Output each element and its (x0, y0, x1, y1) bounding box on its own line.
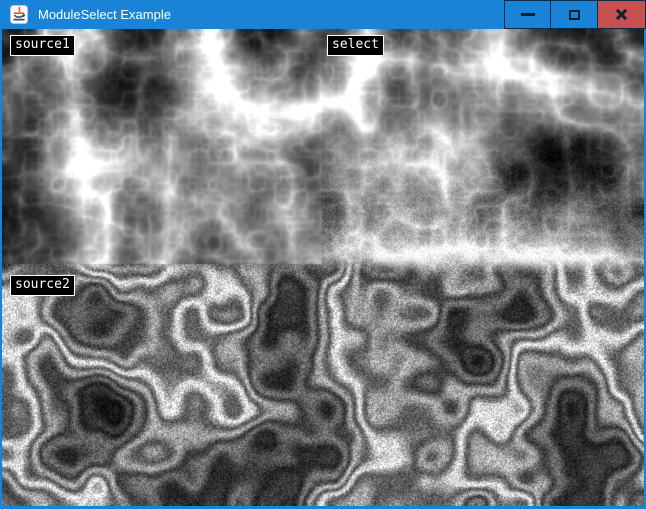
app-window: ModuleSelect Example source1 select sour… (0, 0, 646, 509)
label-source1: source1 (10, 35, 75, 56)
close-icon (614, 7, 629, 22)
title-bar[interactable]: ModuleSelect Example (0, 0, 646, 29)
window-title: ModuleSelect Example (38, 7, 504, 22)
maximize-icon (569, 10, 580, 20)
minimize-icon (521, 13, 535, 16)
window-controls (504, 0, 646, 29)
noise-render-area: source1 select source2 (2, 29, 644, 506)
close-button[interactable] (598, 0, 646, 29)
minimize-button[interactable] (504, 0, 551, 29)
label-source2: source2 (10, 275, 75, 296)
noise-canvas (2, 29, 644, 506)
label-select: select (327, 35, 384, 56)
java-coffee-cup-icon (10, 5, 28, 24)
maximize-button[interactable] (551, 0, 598, 29)
